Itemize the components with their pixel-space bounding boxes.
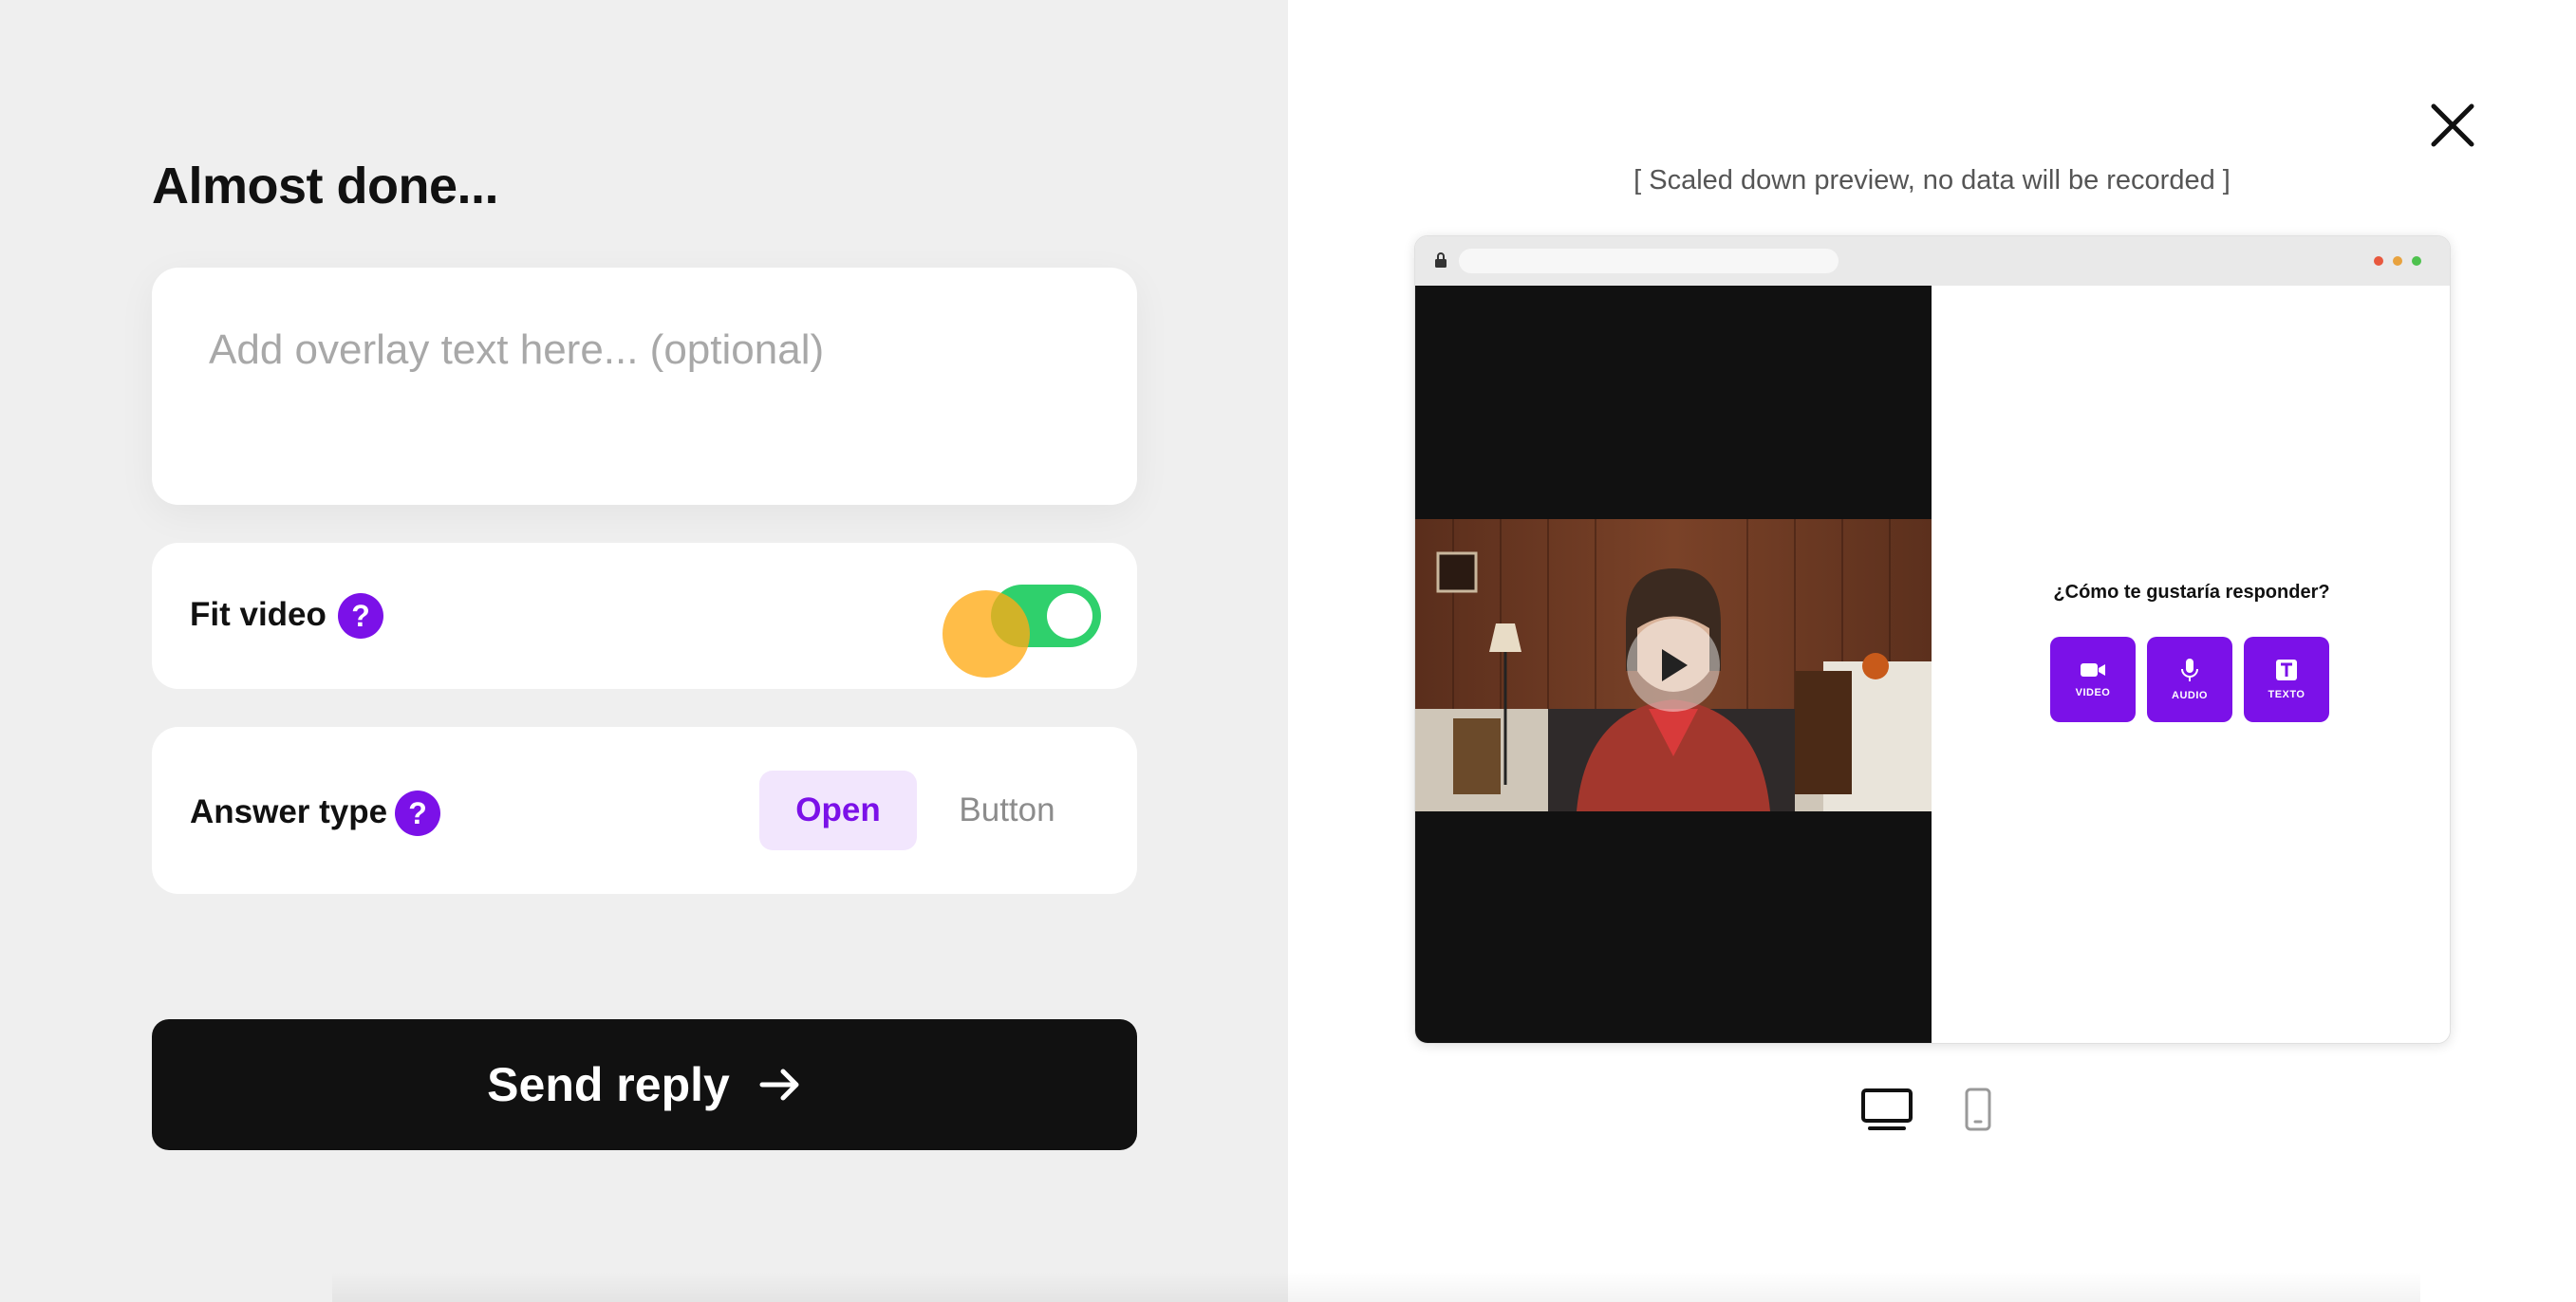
- send-reply-label: Send reply: [487, 1058, 730, 1111]
- reply-text-label: TEXTO: [2268, 689, 2305, 700]
- fit-video-row: Fit video ?: [152, 543, 1137, 689]
- answer-type-open-option[interactable]: Open: [759, 771, 917, 850]
- desktop-icon: [1861, 1088, 1913, 1130]
- mobile-view-button[interactable]: [1963, 1088, 1993, 1136]
- reply-video-button[interactable]: VIDEO: [2050, 637, 2136, 722]
- close-button[interactable]: [2426, 99, 2479, 152]
- overlay-text-card: [152, 268, 1137, 505]
- video-pane: [1415, 286, 1932, 1043]
- play-icon: [1662, 649, 1688, 681]
- mobile-phone-icon: [1965, 1088, 1991, 1131]
- reply-pane: ¿Cómo te gustaría responder? VIDEO AUDIO…: [1932, 286, 2450, 1043]
- editor-panel: Almost done... Fit video ? Answer type ?…: [0, 0, 1288, 1302]
- answer-type-label: Answer type: [190, 793, 388, 830]
- lock-icon: [1435, 252, 1447, 268]
- url-bar: [1459, 249, 1839, 273]
- answer-type-row: Answer type ? Open Button: [152, 727, 1137, 894]
- video-camera-icon: [2081, 663, 2105, 677]
- reply-audio-label: AUDIO: [2172, 690, 2208, 701]
- fit-video-label: Fit video: [190, 596, 327, 633]
- page-title: Almost done...: [152, 158, 499, 214]
- send-reply-button[interactable]: Send reply: [152, 1019, 1137, 1150]
- reply-video-label: VIDEO: [2075, 687, 2111, 698]
- close-icon: [2431, 103, 2474, 147]
- reply-text-button[interactable]: TEXTO: [2244, 637, 2329, 722]
- window-maximize-dot: [2412, 256, 2421, 266]
- bottom-shadow: [332, 1272, 2420, 1302]
- arrow-right-icon: [759, 1069, 799, 1101]
- answer-type-help-icon[interactable]: ?: [395, 790, 440, 836]
- preview-note: [ Scaled down preview, no data will be r…: [1633, 165, 2231, 195]
- window-close-dot: [2374, 256, 2383, 266]
- video-thumbnail[interactable]: [1415, 519, 1932, 811]
- overlay-text-input[interactable]: [209, 326, 1082, 374]
- reply-audio-button[interactable]: AUDIO: [2147, 637, 2232, 722]
- touch-indicator: [943, 590, 1030, 678]
- microphone-icon: [2181, 659, 2198, 681]
- fit-video-help-icon[interactable]: ?: [338, 593, 383, 639]
- text-icon: [2276, 660, 2297, 680]
- desktop-view-button[interactable]: [1860, 1088, 1913, 1136]
- window-minimize-dot: [2393, 256, 2402, 266]
- play-button[interactable]: [1627, 619, 1720, 712]
- browser-toolbar: [1415, 236, 2450, 286]
- preview-browser-window: ¿Cómo te gustaría responder? VIDEO AUDIO…: [1414, 235, 2451, 1044]
- reply-question: ¿Cómo te gustaría responder?: [2053, 582, 2330, 603]
- toggle-knob: [1047, 593, 1092, 639]
- answer-type-button-option[interactable]: Button: [936, 771, 1078, 850]
